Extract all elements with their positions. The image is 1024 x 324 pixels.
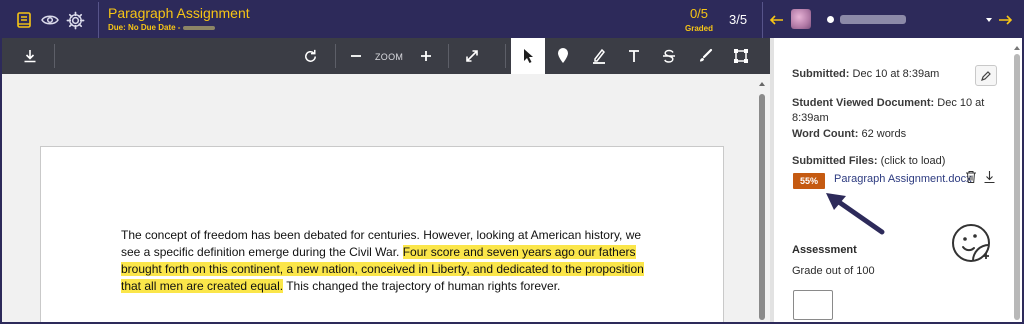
rotate-icon[interactable]: [293, 38, 327, 74]
arrow-left-icon[interactable]: [768, 11, 786, 29]
student-avatar[interactable]: [791, 9, 811, 29]
text-tool-icon[interactable]: [617, 38, 651, 74]
chevron-down-icon[interactable]: [986, 18, 992, 22]
paragraph-text-end: This changed the trajectory of human rig…: [283, 279, 561, 293]
gradebook-icon[interactable]: [14, 10, 34, 30]
grade-out-of-label: Grade out of 100: [792, 265, 875, 277]
scroll-up-icon[interactable]: [759, 82, 765, 86]
zoom-label: ZOOM: [375, 52, 404, 62]
due-date: Due: No Due Date -: [108, 23, 216, 32]
fullscreen-icon[interactable]: [455, 38, 489, 74]
panel-scrollbar-thumb[interactable]: [1014, 54, 1020, 320]
speedgrader-window: Paragraph Assignment Due: No Due Date - …: [2, 2, 1022, 322]
top-bar: Paragraph Assignment Due: No Due Date - …: [2, 2, 1022, 38]
viewed-time: 8:39am: [792, 112, 829, 124]
zoom-in-icon[interactable]: [409, 38, 443, 74]
annotation-toolbar: ZOOM: [2, 38, 770, 74]
edit-submission-button[interactable]: [975, 65, 997, 86]
submitted-file-link[interactable]: Paragraph Assignment.docx: [834, 173, 972, 185]
download-icon[interactable]: [13, 38, 47, 74]
arrow-annotation-icon: [826, 193, 885, 235]
graded-count: 0/5: [689, 6, 709, 21]
document-paragraph[interactable]: The concept of freedom has been debated …: [121, 227, 653, 295]
highlight-tool-icon[interactable]: [582, 38, 616, 74]
scrollbar-thumb[interactable]: [759, 94, 765, 320]
gear-icon[interactable]: [65, 10, 85, 30]
eye-icon[interactable]: [40, 10, 60, 30]
viewed-info: Student Viewed Document: Dec 10 at: [792, 97, 985, 109]
panel-scrollbar[interactable]: [1014, 46, 1020, 322]
panel-scroll-up-icon[interactable]: [1014, 46, 1020, 50]
arrow-right-icon[interactable]: [996, 11, 1014, 29]
sticker-icon[interactable]: [950, 222, 992, 264]
redacted-date: [183, 25, 216, 30]
similarity-badge[interactable]: 55%: [793, 173, 825, 189]
pencil-icon: [981, 70, 991, 81]
status-dot: [827, 16, 834, 23]
pointer-tool-icon[interactable]: [511, 38, 545, 74]
submitted-files-label: Submitted Files: (click to load): [792, 155, 946, 167]
point-annotation-icon[interactable]: [546, 38, 580, 74]
submitted-info: Submitted: Dec 10 at 8:39am: [792, 68, 940, 80]
student-name-redacted[interactable]: [840, 15, 906, 24]
viewer-scrollbar[interactable]: [758, 78, 766, 322]
document-page[interactable]: The concept of freedom has been debated …: [40, 146, 724, 322]
assignment-title[interactable]: Paragraph Assignment: [108, 5, 250, 21]
strikeout-tool-icon[interactable]: [652, 38, 686, 74]
student-index: 3/5: [729, 12, 748, 27]
word-count: Word Count: 62 words: [792, 128, 907, 140]
zoom-out-icon[interactable]: [339, 38, 373, 74]
file-download-icon[interactable]: [983, 170, 996, 189]
trash-icon[interactable]: [965, 170, 977, 189]
freehand-draw-icon[interactable]: [688, 38, 722, 74]
assessment-heading: Assessment: [792, 244, 857, 256]
grade-input[interactable]: [793, 290, 833, 320]
graded-label: Graded: [684, 24, 713, 33]
area-select-icon[interactable]: [724, 38, 758, 74]
